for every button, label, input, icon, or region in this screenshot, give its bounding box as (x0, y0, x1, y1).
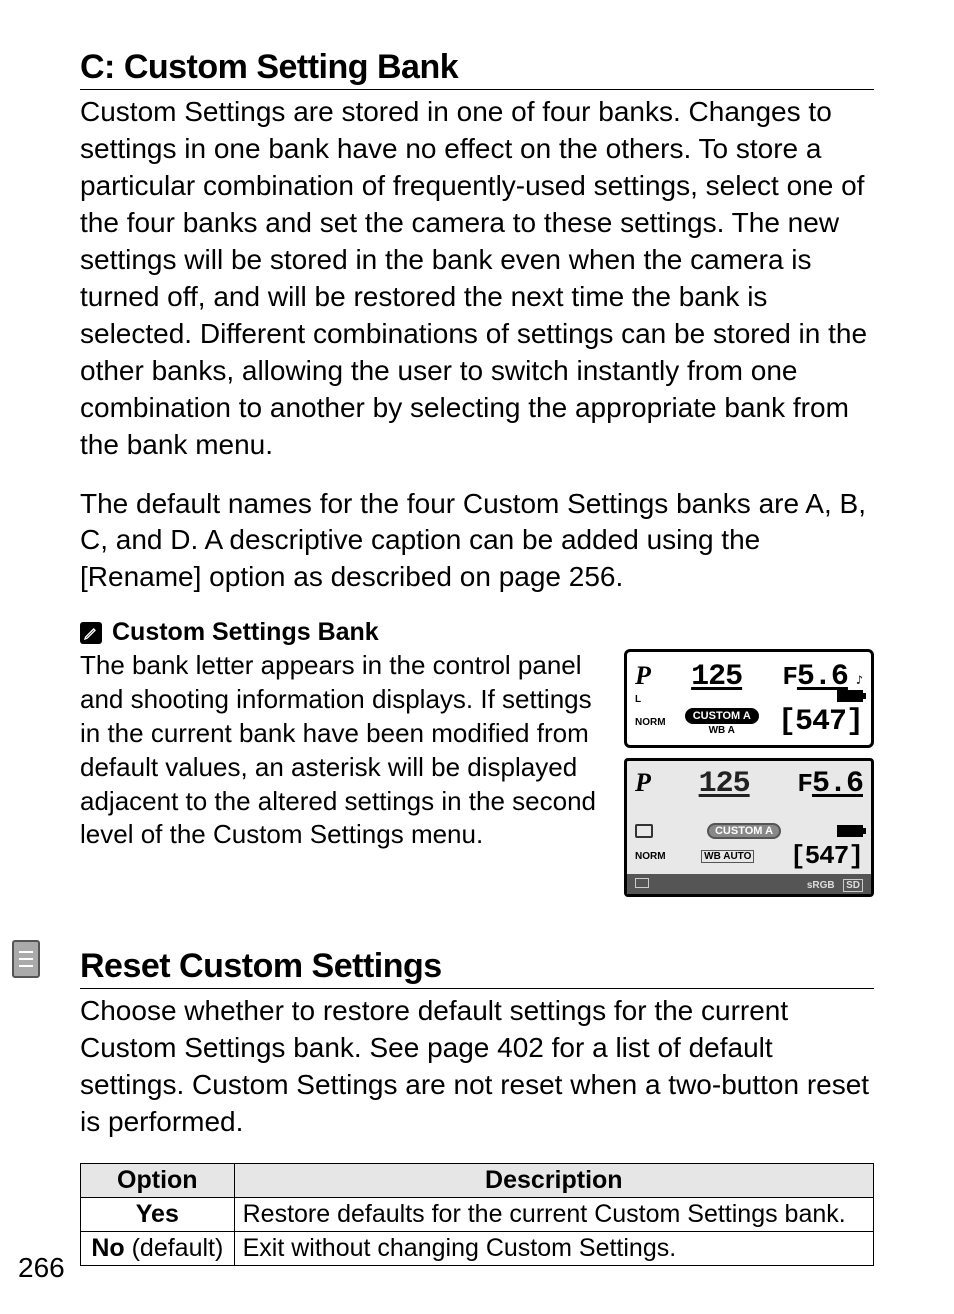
shutter-value: 125 (691, 660, 742, 694)
para-reset-desc: Choose whether to restore default settin… (80, 993, 874, 1141)
aperture-value: 5.6 (797, 660, 848, 694)
control-panel-lcd: P 125 F5.6 ♪ L NORM (624, 649, 874, 748)
page-number: 266 (18, 1252, 65, 1284)
sound-icon: ♪ (856, 673, 863, 687)
note-title: Custom Settings Bank (112, 618, 379, 647)
norm-label: NORM (635, 717, 666, 728)
battery-icon (837, 690, 863, 702)
wb-label: WB A (709, 725, 735, 736)
options-table: Option Description Yes Restore defaults … (80, 1163, 874, 1266)
note-body-text: The bank letter appears in the control p… (80, 649, 608, 852)
aperture-prefix-2: F (797, 769, 812, 799)
custom-bank-badge-2: CUSTOM A (707, 823, 781, 839)
para-custom-bank-intro: Custom Settings are stored in one of fou… (80, 94, 874, 464)
comment-icon (635, 824, 653, 838)
heading-custom-setting-bank: C: Custom Setting Bank (80, 48, 874, 90)
heading-reset-custom: Reset Custom Settings (80, 947, 874, 989)
quality-indicator: L (635, 694, 641, 705)
battery-icon-2 (837, 825, 863, 837)
aperture-value-2: 5.6 (812, 767, 863, 801)
opt-yes: Yes (136, 1200, 179, 1228)
norm-label-2: NORM (635, 851, 666, 862)
section-tab-icon (12, 940, 40, 978)
desc-yes: Restore defaults for the current Custom … (234, 1198, 873, 1232)
mode-indicator: P (635, 661, 651, 691)
col-description: Description (234, 1164, 873, 1198)
note-custom-settings-bank: Custom Settings Bank The bank letter app… (80, 618, 874, 897)
col-option: Option (81, 1164, 235, 1198)
sd-label: SD (843, 879, 863, 892)
manual-page: C: Custom Setting Bank Custom Settings a… (0, 0, 954, 1314)
grid-icon (635, 878, 649, 888)
remaining-shots-2: 547 (805, 841, 849, 871)
display-illustrations: P 125 F5.6 ♪ L NORM (624, 649, 874, 897)
desc-no: Exit without changing Custom Settings. (234, 1232, 873, 1266)
info-display: P 125 F5.6 CUSTOM A NORM WB AUT (624, 758, 874, 897)
mode-indicator-2: P (635, 768, 651, 798)
para-bank-names: The default names for the four Custom Se… (80, 486, 874, 597)
aperture-prefix: F (782, 662, 797, 692)
pencil-note-icon (80, 622, 102, 644)
srgb-label: sRGB (807, 880, 835, 891)
opt-no: No (91, 1234, 124, 1262)
shutter-value-2: 125 (699, 767, 750, 801)
remaining-shots: 547 (795, 705, 846, 739)
table-row: Yes Restore defaults for the current Cus… (81, 1198, 874, 1232)
wb-label-2: WB AUTO (701, 850, 754, 863)
table-row: No (default) Exit without changing Custo… (81, 1232, 874, 1266)
opt-no-suffix: (default) (125, 1234, 224, 1262)
custom-bank-badge: CUSTOM A (685, 708, 759, 724)
